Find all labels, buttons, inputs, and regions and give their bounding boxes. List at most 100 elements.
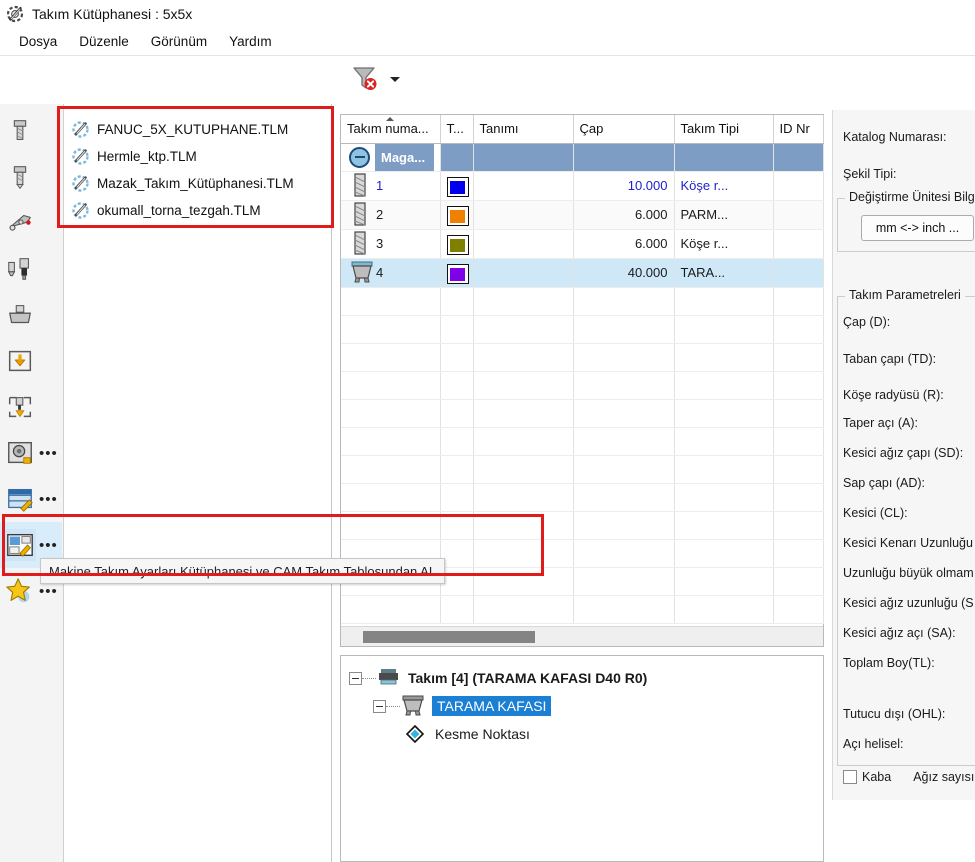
rail-item-tool-2[interactable] — [0, 154, 64, 200]
machine-tool-settings-icon — [4, 529, 36, 561]
tool-color-swatch[interactable] — [440, 229, 474, 259]
table-empty-row — [341, 511, 824, 540]
drill-tool-icon — [4, 161, 36, 193]
tool-color-swatch[interactable] — [440, 171, 474, 201]
tool-color-swatch[interactable] — [440, 258, 474, 288]
rail-item-tool-1[interactable] — [0, 108, 64, 154]
star-icon — [4, 575, 36, 607]
rail-item-vault[interactable]: ••• — [0, 430, 64, 476]
rail-item-magazine[interactable] — [0, 292, 64, 338]
window-title: Takım Kütüphanesi : 5x5x — [32, 6, 193, 22]
tool-assembly-icon — [4, 207, 36, 239]
table-horizontal-scrollbar[interactable] — [341, 626, 823, 646]
endmill-icon — [349, 172, 373, 199]
scrollbar-thumb[interactable] — [363, 631, 535, 643]
rail-item-table[interactable]: ••• — [0, 476, 64, 522]
import-arrow-down-icon — [4, 345, 36, 377]
rough-checkbox-label: Kaba — [862, 770, 892, 784]
tool-number: 3 — [376, 236, 384, 251]
file-label: okumall_torna_tezgah.TLM — [97, 203, 261, 218]
tool-type: TARA... — [674, 258, 774, 288]
menu-dosya[interactable]: Dosya — [8, 31, 68, 52]
tree-node[interactable]: Takım [4] (TARAMA KAFASI D40 R0) — [341, 664, 823, 692]
table-row[interactable]: 3 6.000 Köşe r... — [341, 229, 824, 259]
table-empty-row — [341, 427, 824, 456]
table-group-row[interactable]: Maga... — [341, 143, 824, 172]
rail-item-overflow-dots[interactable]: ••• — [39, 584, 58, 599]
param-shank-diameter: Sap çapı (AD): — [843, 476, 925, 490]
param-cutting-edge-length: Kesici Kenarı Uzunluğu — [843, 536, 973, 550]
tool-properties-panel: Katalog Numarası: Şekil Tipi: Değiştirme… — [832, 110, 975, 800]
filter-dropdown-button[interactable] — [388, 61, 402, 97]
menu-bar: Dosya Düzenle Görünüm Yardım — [0, 28, 975, 55]
rail-item-holder[interactable] — [0, 246, 64, 292]
rail-item-import-tool[interactable] — [0, 384, 64, 430]
menu-yardim[interactable]: Yardım — [218, 31, 283, 52]
tree-node[interactable]: Kesme Noktası — [341, 720, 823, 748]
col-color[interactable]: T... — [440, 115, 474, 144]
tree-node-label: Takım [4] (TARAMA KAFASI D40 R0) — [408, 670, 648, 686]
tool-diameter: 10.000 — [573, 171, 675, 201]
catalog-number-label: Katalog Numarası: — [843, 130, 947, 144]
table-empty-row — [341, 315, 824, 344]
vault-icon — [4, 437, 36, 469]
table-row[interactable]: 4 40.000 TARA... — [341, 257, 824, 288]
param-taper-angle: Taper açı (A): — [843, 416, 919, 430]
tool-color-swatch[interactable] — [440, 200, 474, 230]
rough-checkbox[interactable] — [843, 770, 857, 784]
col-diameter[interactable]: Çap — [573, 115, 675, 144]
tool-library-icon — [6, 5, 25, 23]
param-cutter-edge-diameter: Kesici ağız çapı (SD): — [843, 446, 964, 460]
unit-conversion-title: Değiştirme Ünitesi Bilgi — [845, 190, 975, 204]
tool-description — [473, 171, 574, 201]
rail-item-assembly[interactable] — [0, 200, 64, 246]
list-item[interactable]: Hermle_ktp.TLM — [64, 143, 331, 170]
col-description[interactable]: Tanımı — [473, 115, 574, 144]
tool-id-nr — [773, 171, 824, 201]
param-cutter: Kesici (CL): — [843, 506, 908, 520]
unit-conversion-button[interactable]: mm <-> inch ... — [861, 215, 974, 241]
table-empty-row — [341, 595, 824, 624]
collapse-minus-icon[interactable] — [373, 699, 386, 713]
param-helix-angle: Açı helisel: — [843, 737, 904, 751]
menu-gorunum[interactable]: Görünüm — [140, 31, 218, 52]
col-tool-number[interactable]: Takım numa... — [341, 115, 441, 144]
rail-item-overflow-dots[interactable]: ••• — [39, 492, 58, 507]
collapse-minus-icon[interactable] — [349, 671, 362, 685]
col-id-nr[interactable]: ID Nr — [773, 115, 824, 144]
tool-structure-tree: Takım [4] (TARAMA KAFASI D40 R0) TARAMA … — [340, 655, 824, 862]
magazine-icon — [4, 299, 36, 331]
tree-node[interactable]: TARAMA KAFASI — [341, 692, 823, 720]
col-tool-type[interactable]: Takım Tipi — [674, 115, 774, 144]
tool-library-window: Takım Kütüphanesi : 5x5x Dosya Düzenle G… — [0, 0, 975, 862]
menu-duzenle[interactable]: Düzenle — [68, 31, 140, 52]
list-item[interactable]: Mazak_Takım_Kütüphanesi.TLM — [64, 170, 331, 197]
table-row[interactable]: 2 6.000 PARM... — [341, 200, 824, 230]
tlm-file-icon — [72, 174, 91, 193]
collapse-minus-icon[interactable] — [349, 146, 370, 168]
left-icon-rail: ••• ••• ••• ••• — [0, 104, 64, 862]
rough-options-row: Kaba Ağız sayısı — [843, 770, 975, 784]
filter-clear-button[interactable] — [344, 61, 384, 97]
rail-item-import[interactable] — [0, 338, 64, 384]
library-file-list: FANUC_5X_KUTUPHANE.TLM Hermle_ktp.TLM Ma… — [64, 104, 332, 862]
rail-item-overflow-dots[interactable]: ••• — [39, 538, 58, 553]
rail-item-overflow-dots[interactable]: ••• — [39, 446, 58, 461]
table-edit-icon — [4, 483, 36, 515]
endmill-icon — [349, 201, 373, 228]
tooltip: Makine Takım Ayarları Kütüphanesi ve CAM… — [40, 558, 446, 584]
tree-node-label: TARAMA KAFASI — [432, 696, 552, 716]
param-base-diameter: Taban çapı (TD): — [843, 352, 937, 366]
toolbar — [0, 56, 975, 155]
tree-connector — [386, 705, 400, 707]
list-item[interactable]: FANUC_5X_KUTUPHANE.TLM — [64, 116, 331, 143]
facemill-icon — [349, 260, 373, 286]
table-empty-row — [341, 399, 824, 428]
list-item[interactable]: okumall_torna_tezgah.TLM — [64, 197, 331, 224]
tree-node-label: Kesme Noktası — [435, 726, 530, 742]
table-empty-row — [341, 287, 824, 316]
tool-diameter: 6.000 — [573, 229, 675, 259]
tool-number: 2 — [376, 207, 384, 222]
table-row[interactable]: 1 10.000 Köşe r... — [341, 171, 824, 201]
tool-diameter: 6.000 — [573, 200, 675, 230]
